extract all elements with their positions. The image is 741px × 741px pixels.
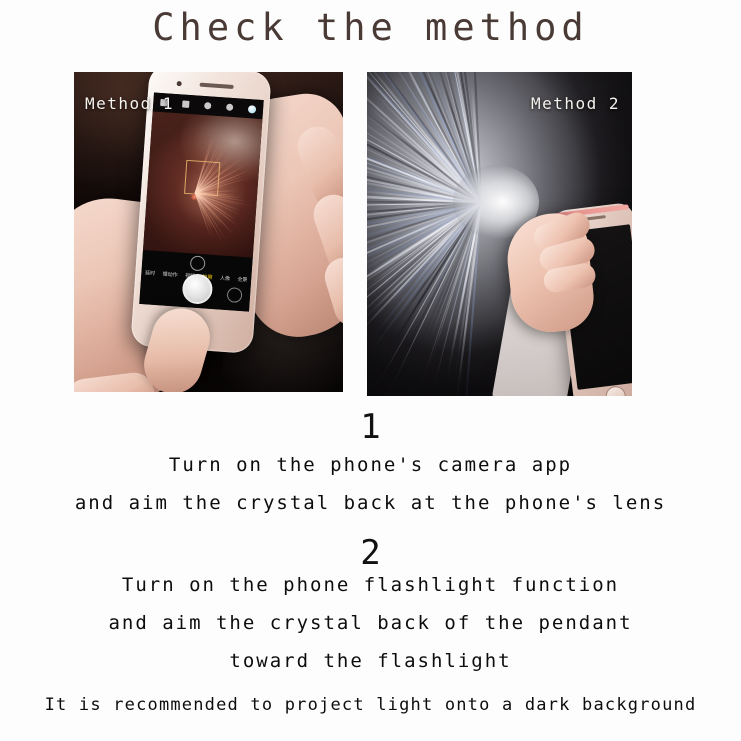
page-title: Check the method [0,4,741,52]
instruction-steps: 1 Turn on the phone's camera app and aim… [0,408,741,720]
camera-mode-4[interactable]: 人像 [220,274,230,282]
note-block: It is recommended to project light onto … [0,690,741,720]
live-photo-icon [247,105,256,114]
camera-viewfinder [143,111,262,257]
method-1-photo: 延时慢动作视频拍照人像全景 Method 1 [74,72,343,392]
step-2-block: 2 Turn on the phone flashlight function … [0,534,741,680]
camera-mode-1[interactable]: 慢动作 [162,270,177,278]
step-2-line-3: toward the flashlight [0,642,741,680]
method-2-label: Method 2 [531,94,620,113]
step-1-line-2: and aim the crystal back at the phone's … [0,484,741,522]
step-1-number: 1 [0,408,741,446]
phone-screen: 延时慢动作视频拍照人像全景 [139,92,264,311]
capture-mode-icon [190,255,206,271]
camera-mode-0[interactable]: 延时 [145,269,155,277]
front-camera-icon [177,81,182,86]
earpiece-icon [200,83,234,89]
hdr-icon [182,100,189,107]
filter-icon [204,102,211,109]
finger-icon [320,253,343,331]
home-button[interactable] [605,385,627,396]
camera-mode-5[interactable]: 全景 [237,276,247,284]
finger-icon [74,370,156,392]
timer-icon [226,104,233,111]
step-2-line-2: and aim the crystal back of the pendant [0,604,741,642]
camera-bottom-bar: 延时慢动作视频拍照人像全景 [139,250,252,312]
step-1-line-1: Turn on the phone's camera app [0,446,741,484]
method-1-label: Method 1 [85,94,174,113]
step-1-block: 1 Turn on the phone's camera app and aim… [0,408,741,522]
camera-flip-icon[interactable] [227,287,243,303]
recommendation-note: It is recommended to project light onto … [0,690,741,720]
phone-device: 延时慢动作视频拍照人像全景 [130,72,271,354]
method-2-photo: Method 2 [367,72,632,396]
method-panels: 延时慢动作视频拍照人像全景 Method 1 [0,72,741,398]
step-2-line-1: Turn on the phone flashlight function [0,566,741,604]
